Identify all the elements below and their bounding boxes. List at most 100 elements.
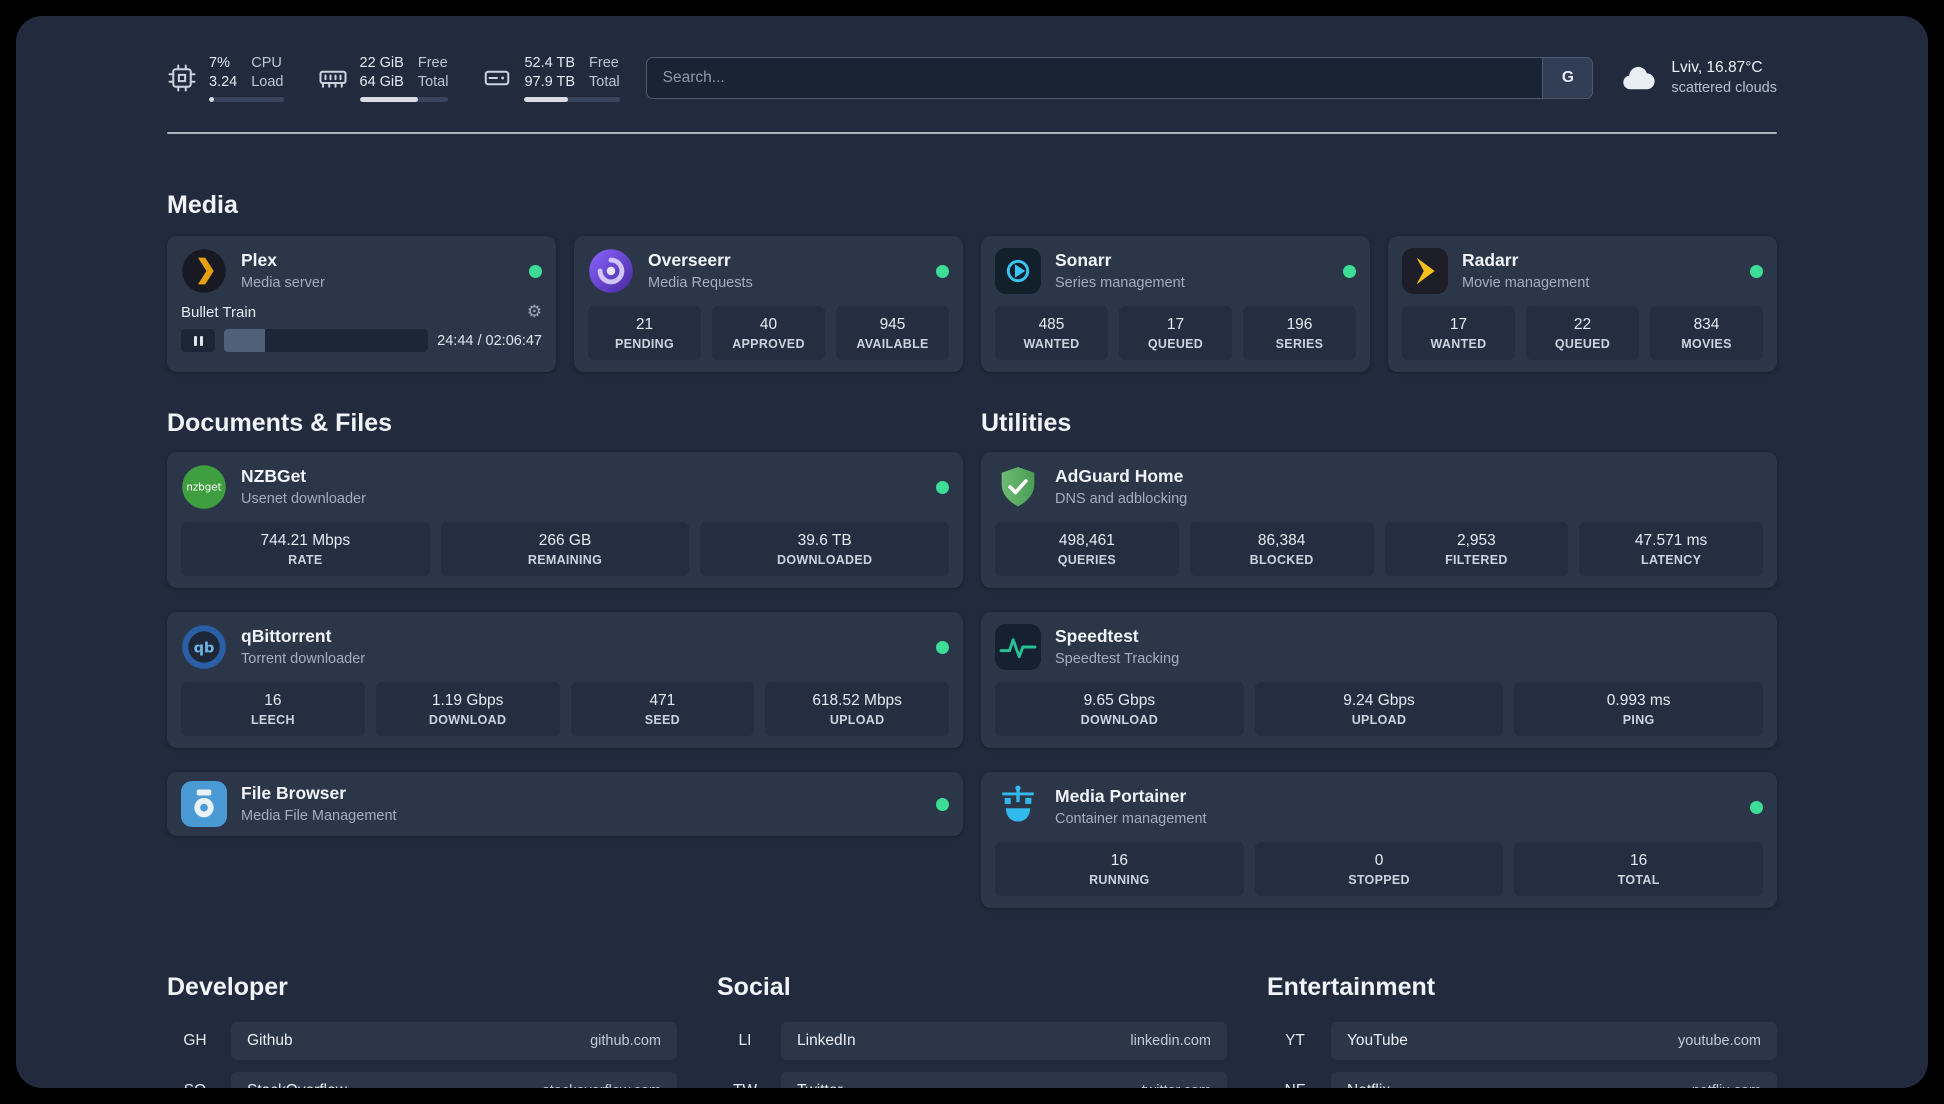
app-subtitle: Media Requests (648, 274, 753, 291)
cpu-percent: 7% (209, 55, 230, 72)
stat-tile: 22 QUEUED (1526, 306, 1639, 360)
app-card-plex[interactable]: Plex Media server Bullet Train ⚙ 24:44 /… (167, 236, 556, 372)
bookmark-linkedin[interactable]: LI LinkedIn linkedin.com (717, 1022, 1227, 1060)
stat-tile: 16 TOTAL (1514, 842, 1764, 896)
stat-tile: 0.993 ms PING (1514, 682, 1764, 736)
status-dot (529, 264, 542, 278)
disk-icon (485, 70, 510, 86)
stat-tile: 485 WANTED (995, 306, 1108, 360)
plex-icon (181, 248, 227, 294)
memory-label-bottom: Total (417, 74, 449, 90)
dashboard-panel: 7% 3.24 CPU Load 22 GiB 64 GiB Free Tota… (16, 16, 1928, 1088)
search-input[interactable] (646, 58, 1543, 98)
top-bar: 7% 3.24 CPU Load 22 GiB 64 GiB Free Tota… (167, 50, 1777, 106)
bookmark-stackoverflow[interactable]: SO StackOverflow stackoverflow.com (167, 1072, 677, 1088)
system-widgets: 7% 3.24 CPU Load 22 GiB 64 GiB Free Tota… (167, 54, 620, 102)
app-name: Speedtest (1055, 626, 1139, 646)
stat-tile: 2,953 FILTERED (1384, 522, 1569, 576)
app-subtitle: Media server (241, 274, 325, 291)
status-dot (1343, 264, 1356, 278)
bookmark-abbr: TW (717, 1082, 773, 1088)
stat-tile: 17 WANTED (1402, 306, 1515, 360)
bookmark-abbr: LI (738, 1032, 752, 1049)
stat-tile: 471 SEED (570, 682, 755, 736)
documents-section: Documents & Files nzbget NZBGet Usenet d… (167, 408, 963, 932)
app-card-adguard[interactable]: AdGuard Home DNS and adblocking 498,461 Q… (981, 452, 1777, 588)
search-bar: G (645, 57, 1594, 99)
nzbget-icon: nzbget (181, 464, 227, 510)
playback-time: 24:44 / 02:06:47 (437, 332, 542, 349)
entertainment-section-title: Entertainment (1267, 973, 1436, 1001)
social-section-title: Social (717, 973, 791, 1001)
status-dot (1750, 800, 1763, 814)
sonarr-icon (995, 248, 1041, 294)
stat-tile: 744.21 Mbps RATE (181, 522, 430, 576)
pause-button[interactable] (181, 329, 215, 352)
track-title: Bullet Train (181, 303, 257, 321)
search-provider-button[interactable]: G (1542, 58, 1593, 98)
cpu-load-value: 3.24 (209, 74, 238, 90)
bookmarks-area: Developer GH Github github.com SO StackO… (167, 972, 1777, 1088)
stat-tile: 16 LEECH (181, 682, 365, 736)
bookmark-abbr: NF (1267, 1082, 1323, 1088)
app-card-filebrowser[interactable]: File Browser Media File Management (167, 772, 963, 836)
app-name: qBittorrent (241, 626, 332, 646)
bookmark-link[interactable]: Netflix netflix.com (1331, 1072, 1777, 1088)
stat-tile: 16 RUNNING (995, 842, 1244, 896)
bookmark-twitter[interactable]: TW Twitter twitter.com (717, 1072, 1227, 1088)
overseerr-icon (588, 248, 634, 294)
app-card-speedtest[interactable]: Speedtest Speedtest Tracking 9.65 Gbps DO… (981, 612, 1777, 748)
stat-tile: 47.571 ms LATENCY (1579, 522, 1763, 576)
speedtest-icon (995, 624, 1041, 670)
app-subtitle: Speedtest Tracking (1055, 650, 1180, 667)
bookmark-link[interactable]: Github github.com (231, 1022, 677, 1060)
app-name: Plex (241, 250, 277, 270)
disk-total-value: 97.9 TB (524, 74, 576, 90)
bookmark-abbr: YT (1285, 1032, 1305, 1049)
utilities-section-title: Utilities (981, 409, 1072, 437)
stat-tile: 0 STOPPED (1254, 842, 1504, 896)
stat-tile: 21 PENDING (588, 306, 701, 360)
stat-tile: 834 MOVIES (1650, 306, 1763, 360)
disk-label-bottom: Total (589, 74, 620, 90)
media-section: Media Plex Media server Bullet Train ⚙ 2… (167, 190, 1777, 372)
app-card-sonarr[interactable]: Sonarr Series management 485 WANTED 17 QUE… (981, 236, 1370, 372)
app-card-overseerr[interactable]: Overseerr Media Requests 21 PENDING 40 APP… (574, 236, 963, 372)
stat-tile: 17 QUEUED (1119, 306, 1232, 360)
app-card-nzbget[interactable]: nzbget NZBGet Usenet downloader 744.21 M… (167, 452, 963, 588)
stat-tile: 945 AVAILABLE (836, 306, 949, 360)
app-card-radarr[interactable]: Radarr Movie management 17 WANTED 22 QUEUE… (1388, 236, 1777, 372)
app-name: Overseerr (648, 250, 731, 270)
stat-tile: 196 SERIES (1243, 306, 1356, 360)
app-subtitle: Series management (1055, 274, 1185, 291)
cloud-icon (1623, 66, 1656, 90)
bookmark-link[interactable]: LinkedIn linkedin.com (781, 1022, 1227, 1060)
media-section-title: Media (167, 191, 238, 219)
gear-icon[interactable]: ⚙ (527, 302, 542, 322)
weather-widget[interactable]: Lviv, 16.87°C scattered clouds (1619, 58, 1777, 98)
svg-text:qb: qb (194, 640, 215, 656)
bookmark-link[interactable]: Twitter twitter.com (781, 1072, 1227, 1088)
bookmark-github[interactable]: GH Github github.com (167, 1022, 677, 1060)
bookmark-link[interactable]: StackOverflow stackoverflow.com (231, 1072, 677, 1088)
app-subtitle: Container management (1055, 810, 1207, 827)
status-dot (936, 797, 949, 811)
app-card-portainer[interactable]: Media Portainer Container management 16 R… (981, 772, 1777, 908)
cpu-widget: 7% 3.24 CPU Load (167, 54, 284, 102)
weather-condition: scattered clouds (1671, 79, 1777, 96)
app-subtitle: DNS and adblocking (1055, 490, 1188, 507)
cpu-progress-bar (209, 96, 284, 102)
bookmark-youtube[interactable]: YT YouTube youtube.com (1267, 1022, 1777, 1060)
memory-progress-bar (359, 96, 449, 102)
playback-progress-bar[interactable] (224, 329, 429, 352)
radarr-icon (1402, 248, 1448, 294)
bookmark-netflix[interactable]: NF Netflix netflix.com (1267, 1072, 1777, 1088)
developer-section-title: Developer (167, 973, 288, 1001)
app-name: NZBGet (241, 466, 307, 486)
ram-icon (319, 70, 346, 88)
filebrowser-icon (181, 781, 227, 827)
status-dot (936, 640, 949, 654)
bookmark-link[interactable]: YouTube youtube.com (1331, 1022, 1777, 1060)
app-card-qbittorrent[interactable]: qb qBittorrent Torrent downloader 16 LEEC… (167, 612, 963, 748)
status-dot (936, 480, 949, 494)
